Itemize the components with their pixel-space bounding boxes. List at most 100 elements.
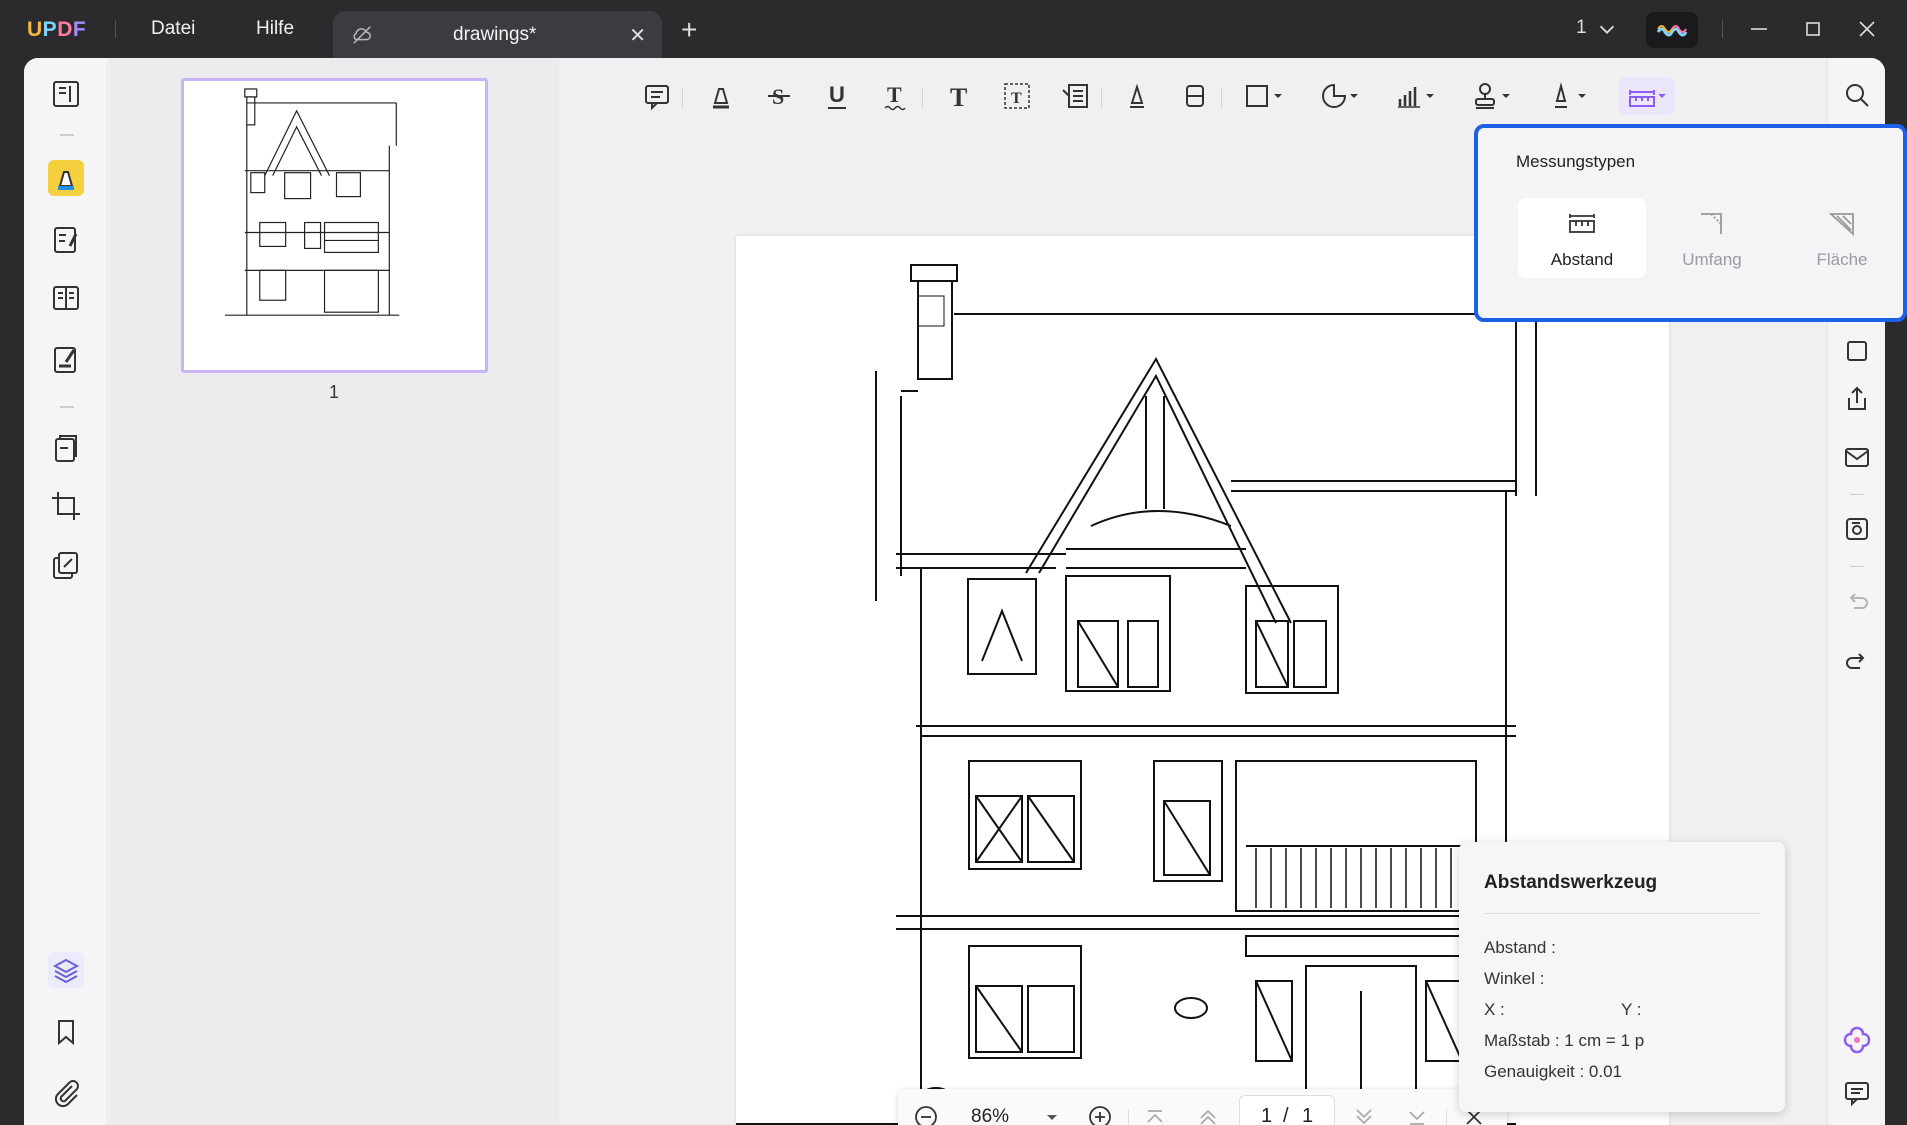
edit-pdf-icon[interactable] xyxy=(48,222,84,258)
new-tab-button[interactable]: + xyxy=(681,14,697,46)
strikethrough-tool[interactable]: S xyxy=(761,78,797,114)
comments-panel-icon[interactable] xyxy=(1842,1078,1872,1108)
textbox-icon: T xyxy=(1004,83,1030,109)
avatar[interactable] xyxy=(1646,12,1698,48)
textbox-tool[interactable]: T xyxy=(999,78,1035,114)
window-page-indicator[interactable]: 1 xyxy=(1576,17,1587,39)
scale-setting[interactable]: Maßstab : 1 cm = 1 p xyxy=(1484,1031,1644,1051)
zoom-bar: 86% 1 / 1 xyxy=(898,1089,1507,1125)
layers-button[interactable] xyxy=(48,952,84,988)
menu-datei[interactable]: Datei xyxy=(151,18,195,40)
shape-tool[interactable] xyxy=(1239,78,1289,114)
attachment-icon[interactable] xyxy=(48,1074,84,1110)
thumbnail-page-number: 1 xyxy=(329,382,340,402)
page-number-input[interactable]: 1 / 1 xyxy=(1239,1095,1335,1125)
close-window-icon[interactable] xyxy=(1854,16,1880,42)
y-coordinate: Y : xyxy=(1621,1000,1642,1019)
convert-icon[interactable] xyxy=(48,430,84,466)
toolbar-separator xyxy=(60,406,74,408)
share-icon[interactable] xyxy=(1842,384,1872,414)
ruler-icon xyxy=(1629,90,1666,107)
current-page: 1 xyxy=(1261,1105,1273,1125)
toolbar-separator xyxy=(682,88,683,108)
zoom-separator xyxy=(1446,1109,1447,1125)
measure-tool[interactable] xyxy=(1619,77,1675,115)
rectangle-icon xyxy=(1246,85,1282,107)
toolbar-separator xyxy=(60,134,74,136)
distance-value: Abstand : xyxy=(1484,938,1556,957)
title-separator xyxy=(115,20,116,38)
bar-chart-icon xyxy=(1398,87,1434,108)
left-toolbar xyxy=(24,58,108,1125)
underline-tool[interactable]: U xyxy=(819,78,855,114)
crop-icon[interactable] xyxy=(48,488,84,524)
total-pages: 1 xyxy=(1302,1105,1314,1125)
chart-tool[interactable] xyxy=(1391,78,1441,114)
signature-pen-icon xyxy=(1555,82,1586,108)
sticker-tool[interactable] xyxy=(1315,78,1365,114)
eraser-tool[interactable] xyxy=(1177,78,1213,114)
save-icon[interactable] xyxy=(1842,514,1872,544)
undo-icon[interactable] xyxy=(1842,586,1872,616)
measure-type-label: Fläche xyxy=(1816,250,1868,269)
highlight-tool[interactable] xyxy=(703,78,739,114)
menu-hilfe[interactable]: Hilfe xyxy=(256,18,294,40)
squiggly-tool[interactable]: T xyxy=(877,78,913,114)
measure-type-label: Abstand xyxy=(1550,250,1614,269)
page-separator: / xyxy=(1283,1105,1289,1125)
signature-tool[interactable] xyxy=(1543,78,1593,114)
tab-title: drawings* xyxy=(453,24,537,45)
perimeter-icon xyxy=(1701,213,1722,234)
search-icon[interactable] xyxy=(1842,80,1872,110)
title-bar: UPDF Datei Hilfe drawings* ✕ + 1 xyxy=(0,0,1907,58)
redo-icon[interactable] xyxy=(1842,646,1872,676)
close-tab-icon[interactable]: ✕ xyxy=(629,23,646,48)
pen-icon xyxy=(1130,83,1144,108)
zoom-out-icon[interactable] xyxy=(912,1103,940,1125)
bookmark-icon[interactable] xyxy=(48,1014,84,1050)
stamp-tool[interactable] xyxy=(1467,78,1517,114)
callout-tool[interactable] xyxy=(1057,78,1093,114)
ocr-icon[interactable] xyxy=(1842,336,1872,366)
email-icon[interactable] xyxy=(1842,442,1872,472)
measure-type-area[interactable]: Fläche xyxy=(1778,198,1903,278)
document-tab[interactable]: drawings* ✕ xyxy=(333,11,662,58)
maximize-icon[interactable] xyxy=(1800,16,1826,42)
precision-setting[interactable]: Genauigkeit : 0.01 xyxy=(1484,1062,1622,1082)
reader-icon[interactable] xyxy=(48,76,84,112)
protect-icon[interactable] xyxy=(48,548,84,584)
title-separator xyxy=(1722,20,1723,38)
ai-assistant-icon[interactable] xyxy=(1842,1024,1872,1054)
fill-sign-icon[interactable] xyxy=(48,342,84,378)
measure-types-heading: Messungstypen xyxy=(1516,152,1636,171)
svg-text:T: T xyxy=(1011,90,1022,107)
highlighter-icon xyxy=(58,171,74,190)
text-tool[interactable]: T xyxy=(941,78,977,114)
zoom-separator xyxy=(1128,1109,1129,1125)
toolbar-separator xyxy=(1850,566,1864,567)
page-thumbnail[interactable] xyxy=(181,78,488,373)
measure-type-distance[interactable]: Abstand xyxy=(1518,198,1646,278)
zoom-in-icon[interactable] xyxy=(1086,1103,1114,1125)
note-tool[interactable] xyxy=(639,78,675,114)
distance-panel-title: Abstandswerkzeug xyxy=(1484,872,1658,893)
last-page-icon[interactable] xyxy=(1403,1103,1431,1125)
toolbar-separator xyxy=(1221,88,1222,108)
comment-icon xyxy=(645,85,669,111)
svg-text:U: U xyxy=(829,82,845,107)
angle-value: Winkel : xyxy=(1484,969,1545,988)
chevron-down-icon[interactable] xyxy=(1596,18,1618,40)
first-page-icon[interactable] xyxy=(1141,1103,1169,1125)
prev-page-icon[interactable] xyxy=(1194,1103,1222,1125)
strikethrough-icon: S xyxy=(768,84,790,109)
zoom-level[interactable]: 86% xyxy=(971,1106,1009,1125)
pencil-tool[interactable] xyxy=(1119,78,1155,114)
zoom-dropdown-icon[interactable] xyxy=(1038,1103,1066,1125)
measure-type-perimeter[interactable]: Umfang xyxy=(1648,198,1776,278)
next-page-icon[interactable] xyxy=(1350,1103,1378,1125)
area-icon xyxy=(1828,213,1854,237)
underline-icon: U xyxy=(828,82,846,109)
page-organize-icon[interactable] xyxy=(48,280,84,316)
comment-mode-button[interactable] xyxy=(48,160,84,196)
minimize-icon[interactable] xyxy=(1746,16,1772,42)
